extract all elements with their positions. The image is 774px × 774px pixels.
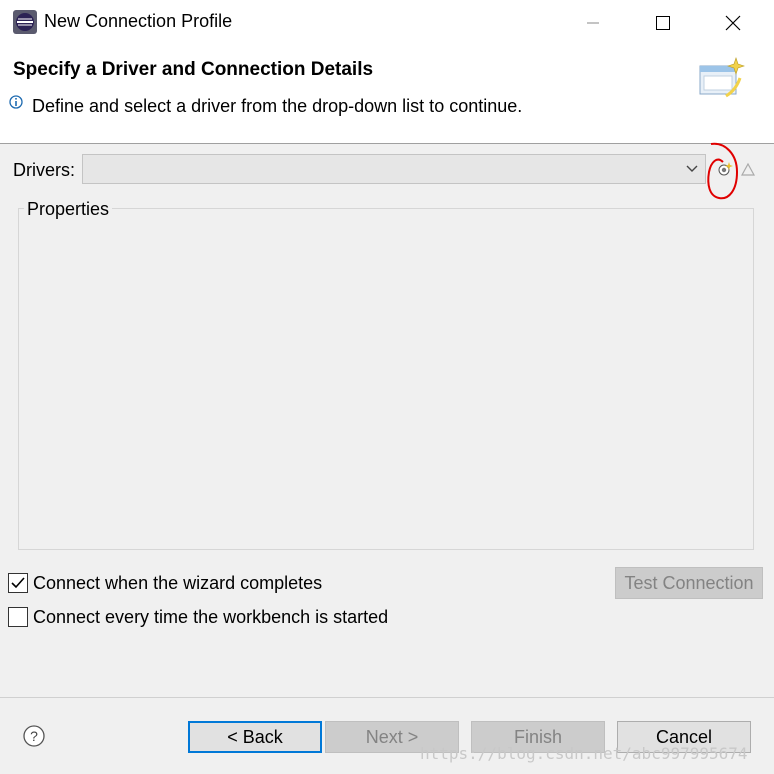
chevron-down-icon[interactable] — [684, 162, 700, 176]
page-title: Specify a Driver and Connection Details — [13, 59, 374, 80]
maximize-icon — [656, 16, 670, 30]
maximize-button[interactable] — [640, 8, 686, 38]
help-icon[interactable]: ? — [22, 724, 46, 748]
svg-text:?: ? — [30, 728, 38, 744]
wizard-banner-icon — [696, 56, 746, 106]
back-button[interactable]: < Back — [188, 721, 322, 753]
connect-on-startup-checkbox[interactable] — [8, 607, 28, 627]
edit-driver-definition-icon[interactable] — [740, 161, 756, 177]
info-icon — [9, 95, 23, 109]
connect-on-startup-label[interactable]: Connect every time the workbench is star… — [33, 607, 388, 628]
new-driver-definition-icon[interactable] — [716, 160, 734, 178]
checkmark-icon — [11, 577, 25, 589]
minimize-icon — [587, 22, 599, 24]
watermark: https://blog.csdn.net/abc997995674 — [420, 744, 748, 763]
close-icon — [725, 15, 741, 31]
properties-group-label: Properties — [24, 199, 113, 220]
button-bar-separator — [0, 697, 774, 698]
close-button[interactable] — [710, 8, 756, 38]
drivers-label: Drivers: — [13, 160, 75, 180]
properties-group — [18, 208, 754, 550]
minimize-button[interactable] — [570, 8, 616, 38]
eclipse-app-icon — [13, 10, 37, 34]
connect-on-complete-checkbox[interactable] — [8, 573, 28, 593]
test-connection-button[interactable]: Test Connection — [615, 567, 763, 599]
window-title: New Connection Profile — [44, 11, 233, 31]
connect-on-complete-label[interactable]: Connect when the wizard completes — [33, 573, 322, 594]
page-description: Define and select a driver from the drop… — [32, 96, 523, 116]
drivers-dropdown[interactable] — [82, 154, 706, 184]
